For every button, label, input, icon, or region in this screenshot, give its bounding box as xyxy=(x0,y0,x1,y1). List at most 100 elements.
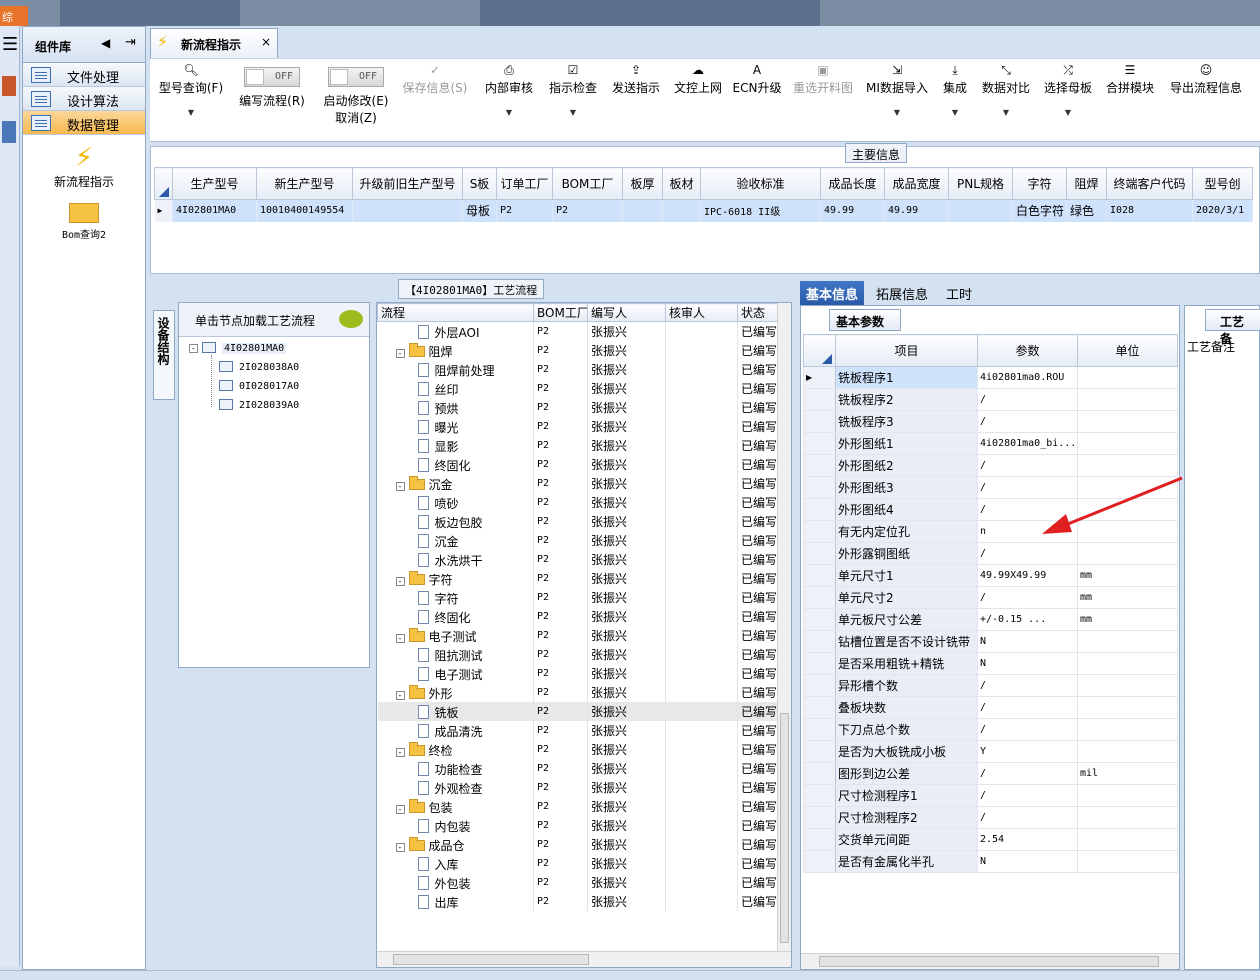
shortcut-bom-query[interactable]: Bom查询2 xyxy=(23,199,145,241)
reviewer-cell[interactable] xyxy=(665,625,738,645)
menu-icon[interactable]: ☰ xyxy=(2,34,18,55)
status-cell[interactable]: 已编写 xyxy=(737,416,777,436)
directive-check-button[interactable]: ☑ 指示检查 ▼ xyxy=(544,59,602,143)
table-row[interactable]: 沉金 P2 张振兴 已编写 xyxy=(377,530,777,550)
table-row[interactable]: 单元板尺寸公差 +/-0.15 ... mm xyxy=(803,608,1178,631)
writer-cell[interactable]: 张振兴 xyxy=(587,606,666,626)
item-cell[interactable]: 外形图纸2 xyxy=(835,454,978,477)
flow-cell[interactable]: - 终检 xyxy=(377,739,534,759)
status-cell[interactable]: 已编写 xyxy=(737,473,777,493)
flow-cell[interactable]: - 电子测试 xyxy=(377,625,534,645)
factory-cell[interactable]: P2 xyxy=(533,663,588,683)
unit-cell[interactable] xyxy=(1077,850,1178,873)
unit-cell[interactable]: mm xyxy=(1077,586,1178,609)
ecn-upgrade-button[interactable]: A ECN升级 xyxy=(732,59,782,143)
tab-basic-params[interactable]: 基本参数 xyxy=(829,309,901,331)
status-cell[interactable]: 已编写 xyxy=(737,853,777,873)
column-header[interactable]: 板厚 xyxy=(622,167,663,200)
tree-node[interactable]: 2I028038A0 xyxy=(219,360,299,376)
table-cell[interactable]: 2020/3/1 xyxy=(1192,199,1253,222)
column-header[interactable]: 编写人 xyxy=(587,303,666,322)
writer-cell[interactable]: 张振兴 xyxy=(587,492,666,512)
flow-cell[interactable]: 沉金 xyxy=(377,530,534,550)
unit-cell[interactable] xyxy=(1077,652,1178,675)
value-cell[interactable]: / xyxy=(977,784,1078,807)
writer-cell[interactable]: 张振兴 xyxy=(587,758,666,778)
unit-cell[interactable] xyxy=(1077,674,1178,697)
writer-cell[interactable]: 张振兴 xyxy=(587,701,666,721)
reviewer-cell[interactable] xyxy=(665,568,738,588)
horizontal-scrollbar[interactable] xyxy=(801,953,1179,969)
factory-cell[interactable]: P2 xyxy=(533,340,588,360)
export-flow-button[interactable]: ☺ 导出流程信息 xyxy=(1164,59,1248,143)
table-row[interactable]: 是否采用粗铣+精铣 N xyxy=(803,652,1178,675)
value-cell[interactable]: / xyxy=(977,674,1078,697)
table-row[interactable]: 外层AOI P2 张振兴 已编写 xyxy=(377,321,777,341)
reviewer-cell[interactable] xyxy=(665,853,738,873)
status-cell[interactable]: 已编写 xyxy=(737,663,777,683)
table-cell[interactable] xyxy=(948,199,1013,222)
factory-cell[interactable]: P2 xyxy=(533,853,588,873)
item-cell[interactable]: 单元尺寸1 xyxy=(835,564,978,587)
column-header[interactable]: BOM工厂 xyxy=(533,303,588,322)
status-cell[interactable]: 已编写 xyxy=(737,321,777,341)
table-row[interactable]: - 沉金 P2 张振兴 已编写 xyxy=(377,473,777,493)
value-cell[interactable]: N xyxy=(977,652,1078,675)
writer-cell[interactable]: 张振兴 xyxy=(587,644,666,664)
table-row[interactable]: - 阻焊 P2 张振兴 已编写 xyxy=(377,340,777,360)
tab-new-flow[interactable]: ⚡ 新流程指示 × xyxy=(150,28,278,58)
table-cell[interactable]: 49.99 xyxy=(884,199,949,222)
item-cell[interactable]: 外形图纸4 xyxy=(835,498,978,521)
column-header[interactable]: 流程 xyxy=(377,303,534,322)
status-cell[interactable]: 已编写 xyxy=(737,682,777,702)
table-row[interactable]: 出库 P2 张振兴 已编写 xyxy=(377,891,777,911)
flow-cell[interactable]: - 沉金 xyxy=(377,473,534,493)
collapse-icon[interactable]: - xyxy=(395,842,405,852)
factory-cell[interactable]: P2 xyxy=(533,530,588,550)
table-row[interactable]: 功能检查 P2 张振兴 已编写 xyxy=(377,758,777,778)
flow-cell[interactable]: - 成品仓 xyxy=(377,834,534,854)
table-row[interactable]: 是否为大板铣成小板 Y xyxy=(803,740,1178,763)
table-row[interactable]: 钻槽位置是否不设计铣带 N xyxy=(803,630,1178,653)
collapse-icon[interactable]: - xyxy=(395,576,405,586)
table-row[interactable]: 预烘 P2 张振兴 已编写 xyxy=(377,397,777,417)
status-cell[interactable]: 已编写 xyxy=(737,606,777,626)
item-cell[interactable]: 下刀点总个数 xyxy=(835,718,978,741)
factory-cell[interactable]: P2 xyxy=(533,796,588,816)
table-cell[interactable]: 4I02801MA0 xyxy=(172,199,257,222)
flow-cell[interactable]: - 阻焊 xyxy=(377,340,534,360)
select-mother-board-button[interactable]: ⤮ 选择母板 ▼ xyxy=(1042,59,1094,143)
column-header[interactable]: 单位 xyxy=(1077,334,1178,367)
factory-cell[interactable]: P2 xyxy=(533,834,588,854)
table-row[interactable]: 外观检查 P2 张振兴 已编写 xyxy=(377,777,777,797)
table-row[interactable]: 终固化 P2 张振兴 已编写 xyxy=(377,606,777,626)
reselect-image-button[interactable]: ▣ 重选开料图 xyxy=(788,59,858,143)
item-cell[interactable]: 有无内定位孔 xyxy=(835,520,978,543)
value-cell[interactable]: 4i02801ma0.ROU xyxy=(977,366,1078,389)
value-cell[interactable]: / xyxy=(977,586,1078,609)
factory-cell[interactable]: P2 xyxy=(533,587,588,607)
flow-cell[interactable]: 外观检查 xyxy=(377,777,534,797)
reviewer-cell[interactable] xyxy=(665,682,738,702)
writer-cell[interactable]: 张振兴 xyxy=(587,549,666,569)
column-header[interactable]: 新生产型号 xyxy=(256,167,353,200)
factory-cell[interactable]: P2 xyxy=(533,815,588,835)
item-cell[interactable]: 是否有金属化半孔 xyxy=(835,850,978,873)
table-row[interactable]: 成品清洗 P2 张振兴 已编写 xyxy=(377,720,777,740)
factory-cell[interactable]: P2 xyxy=(533,454,588,474)
item-cell[interactable]: 外形露铜图纸 xyxy=(835,542,978,565)
table-row[interactable]: 外形图纸1 4i02801ma0_bi... xyxy=(803,432,1178,455)
writer-cell[interactable]: 张振兴 xyxy=(587,720,666,740)
factory-cell[interactable]: P2 xyxy=(533,701,588,721)
reviewer-cell[interactable] xyxy=(665,473,738,493)
writer-cell[interactable]: 张振兴 xyxy=(587,359,666,379)
factory-cell[interactable]: P2 xyxy=(533,397,588,417)
tab-basic-info[interactable]: 基本信息 xyxy=(800,281,865,305)
table-row[interactable]: ▶ 铣板程序1 4i02801ma0.ROU xyxy=(803,366,1178,389)
table-cell[interactable] xyxy=(662,199,701,222)
integrate-button[interactable]: ⤓ 集成 ▼ xyxy=(938,59,972,143)
status-cell[interactable]: 已编写 xyxy=(737,872,777,892)
factory-cell[interactable]: P2 xyxy=(533,644,588,664)
flow-cell[interactable]: 喷砂 xyxy=(377,492,534,512)
column-header[interactable]: BOM工厂 xyxy=(552,167,623,200)
